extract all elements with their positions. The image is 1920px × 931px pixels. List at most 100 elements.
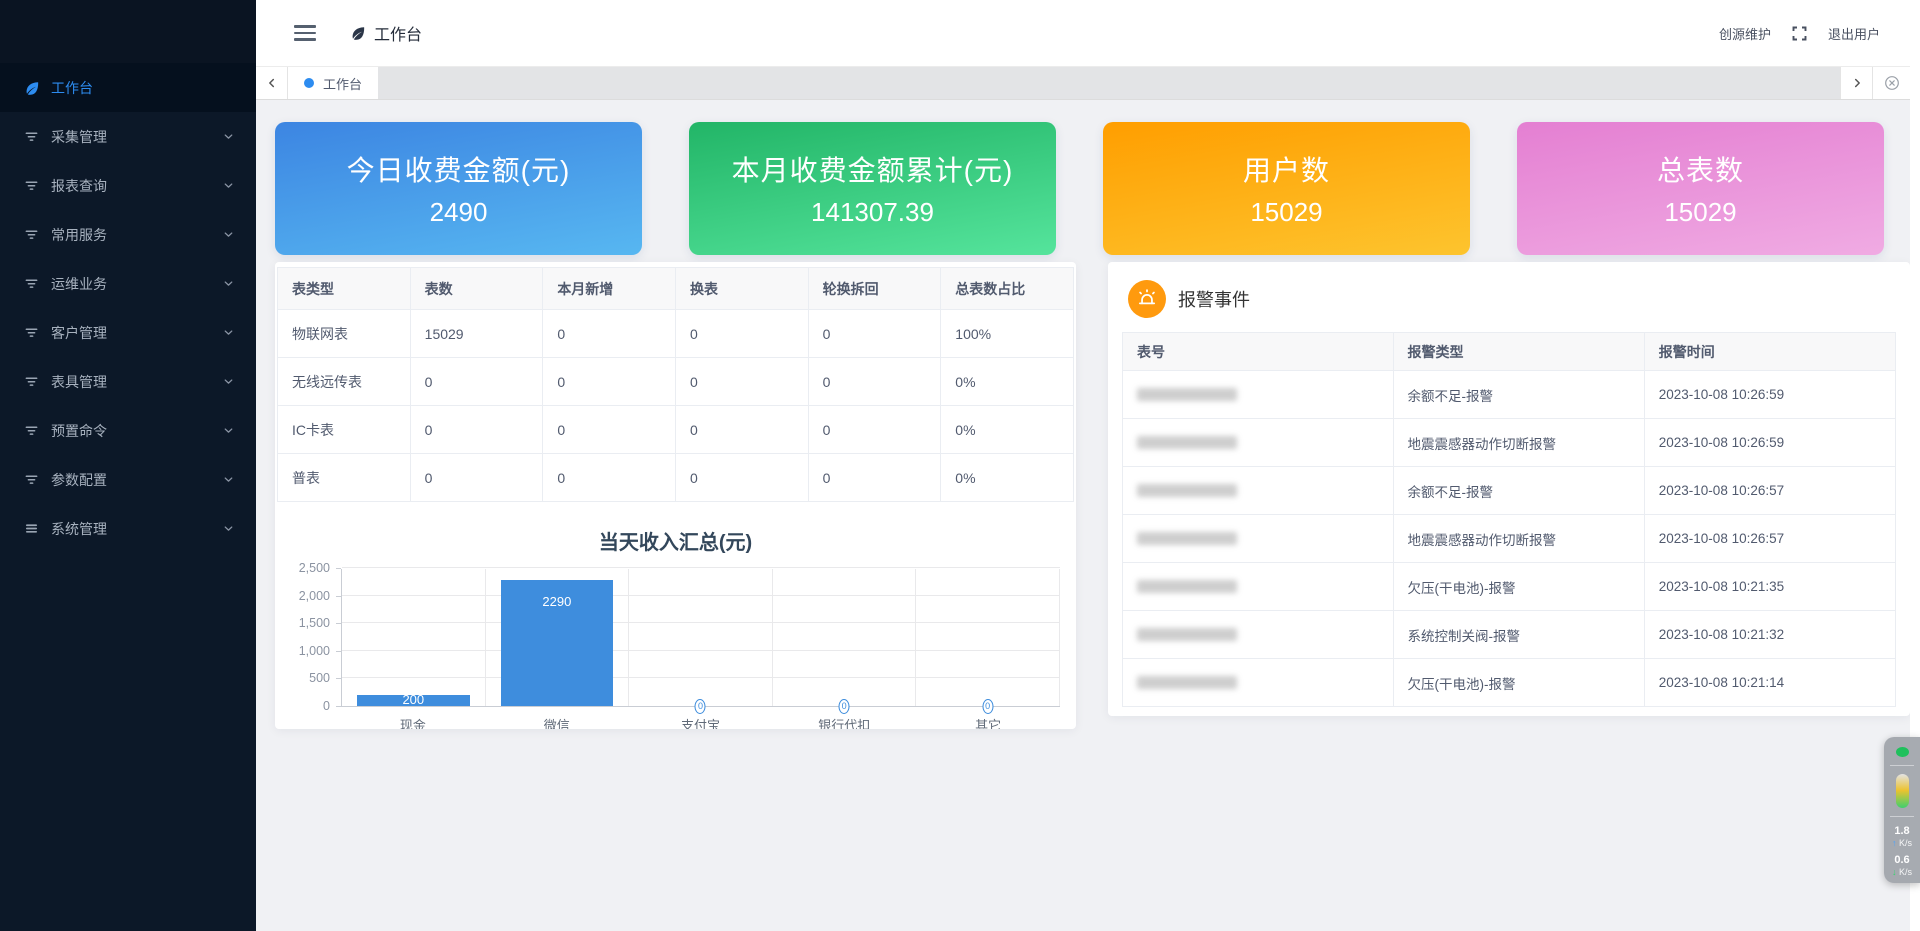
tabs-scroll-left-icon[interactable] [256, 67, 288, 99]
meter-number-redacted [1137, 676, 1237, 689]
x-axis-category-label: 微信 [485, 715, 629, 729]
sidebar-item-7[interactable]: 预置命令 [0, 406, 256, 455]
tab-bar: 工作台 [256, 66, 1910, 100]
x-axis-category-label: 其它 [916, 715, 1060, 729]
alarm-type-cell: 欠压(干电池)-报警 [1393, 563, 1644, 611]
bar-value-label: 200 [342, 693, 485, 706]
chevron-down-icon [222, 130, 236, 144]
alarm-table-row: 余额不足-报警2023-10-08 10:26:57 [1123, 467, 1896, 515]
table-cell: 0 [675, 358, 808, 406]
y-axis-tick-label: 1,000 [299, 644, 330, 658]
meter-number-cell [1123, 563, 1394, 611]
sidebar-item-0[interactable]: 工作台 [0, 63, 256, 112]
logout-button[interactable]: 退出用户 [1828, 24, 1880, 43]
tabbar-filler [379, 67, 1840, 99]
sidebar-item-1[interactable]: 采集管理 [0, 112, 256, 161]
chart-category-slot: 200 [342, 569, 486, 706]
table-cell: 0 [675, 310, 808, 358]
table-cell: 0 [543, 358, 676, 406]
stat-card-title: 总表数 [1657, 149, 1744, 189]
sidebar-logo-area [0, 0, 256, 63]
chevron-down-icon [222, 473, 236, 487]
sidebar-item-5[interactable]: 客户管理 [0, 308, 256, 357]
alarm-table-row: 系统控制关阀-报警2023-10-08 10:21:32 [1123, 611, 1896, 659]
tab-workbench[interactable]: 工作台 [288, 67, 378, 99]
alarm-type-cell: 余额不足-报警 [1393, 467, 1644, 515]
sidebar-item-2[interactable]: 报表查询 [0, 161, 256, 210]
alarm-table-body: 余额不足-报警2023-10-08 10:26:59地震震感器动作切断报警202… [1123, 371, 1896, 707]
meter-table-body: 物联网表15029000100%无线远传表00000%IC卡表00000%普表0… [278, 310, 1074, 502]
stat-card-0: 今日收费金额(元) 2490 [275, 122, 642, 255]
filter-icon [24, 374, 40, 390]
chart-category-slot: 2290 [486, 569, 630, 706]
stat-card-3: 总表数15029 [1517, 122, 1884, 255]
table-cell: 0% [941, 358, 1074, 406]
alarm-type-cell: 地震震感器动作切断报警 [1393, 419, 1644, 467]
table-cell: 0 [410, 454, 543, 502]
meter-col-header: 换表 [675, 268, 808, 310]
sidebar-item-label: 运维业务 [51, 274, 107, 294]
sidebar-item-label: 常用服务 [51, 225, 107, 245]
chart-category-slot: 0 [773, 569, 917, 706]
table-cell: 0 [410, 406, 543, 454]
stat-card-value: 141307.39 [811, 197, 934, 228]
main-area: 工作台 创源维护 退出用户 工作台 今日收费金额(元)2490本月收费金额累计(… [256, 0, 1910, 931]
meter-number-cell [1123, 467, 1394, 515]
table-row: IC卡表00000% [278, 406, 1074, 454]
alarm-time-cell: 2023-10-08 10:21:35 [1644, 563, 1895, 611]
sidebar-item-label: 客户管理 [51, 323, 107, 343]
download-arrow-icon: ↓ [1892, 867, 1897, 877]
table-cell: 0 [675, 406, 808, 454]
table-row: 物联网表15029000100% [278, 310, 1074, 358]
meter-number-redacted [1137, 628, 1237, 641]
filter-icon [24, 129, 40, 145]
table-cell: 0 [543, 406, 676, 454]
filter-icon [24, 227, 40, 243]
meter-number-cell [1123, 419, 1394, 467]
x-axis-category-label: 支付宝 [629, 715, 773, 729]
meter-col-header: 轮换拆回 [808, 268, 941, 310]
sidebar-item-3[interactable]: 常用服务 [0, 210, 256, 259]
bar-value-label: 2290 [486, 595, 629, 608]
meter-number-cell [1123, 371, 1394, 419]
alarm-col-header: 报警类型 [1393, 333, 1644, 371]
chevron-down-icon [222, 375, 236, 389]
chevron-down-icon [222, 179, 236, 193]
meter-number-cell [1123, 611, 1394, 659]
stat-card-value: 2490 [430, 197, 488, 228]
stat-card-title: 今日收费金额(元) [347, 149, 571, 189]
network-speed-widget[interactable]: 1.8 ↑ K/s 0.6 ↓ K/s [1884, 737, 1920, 883]
alarm-time-cell: 2023-10-08 10:21:14 [1644, 659, 1895, 707]
menu-lines-icon [24, 521, 40, 537]
meter-number-cell [1123, 515, 1394, 563]
sidebar-item-4[interactable]: 运维业务 [0, 259, 256, 308]
sidebar-item-6[interactable]: 表具管理 [0, 357, 256, 406]
sidebar-item-label: 表具管理 [51, 372, 107, 392]
sidebar-item-8[interactable]: 参数配置 [0, 455, 256, 504]
close-tabs-icon[interactable] [1872, 67, 1910, 99]
status-dot-icon [1896, 747, 1909, 757]
alarm-events-table: 表号报警类型报警时间 余额不足-报警2023-10-08 10:26:59地震震… [1122, 332, 1896, 707]
fullscreen-icon[interactable] [1791, 25, 1808, 42]
maintainer-link[interactable]: 创源维护 [1719, 24, 1771, 43]
tabs-scroll-right-icon[interactable] [1840, 67, 1872, 99]
hamburger-menu-icon[interactable] [294, 25, 316, 41]
table-cell: 0 [410, 358, 543, 406]
table-cell: 0 [808, 406, 941, 454]
filter-icon [24, 423, 40, 439]
sidebar: 工作台采集管理报表查询常用服务运维业务客户管理表具管理预置命令参数配置系统管理 [0, 0, 256, 931]
alarm-type-cell: 地震震感器动作切断报警 [1393, 515, 1644, 563]
alarm-bell-icon [1128, 280, 1166, 318]
page-title-text: 工作台 [374, 21, 422, 45]
meter-table-header-row: 表类型表数本月新增换表轮换拆回总表数占比 [278, 268, 1074, 310]
alarm-col-header: 表号 [1123, 333, 1394, 371]
sidebar-item-label: 预置命令 [51, 421, 107, 441]
alarm-panel-title: 报警事件 [1178, 286, 1250, 312]
zero-value-marker: 0 [982, 699, 993, 714]
sidebar-item-label: 参数配置 [51, 470, 107, 490]
y-axis-tick-label: 2,500 [299, 561, 330, 575]
filter-icon [24, 325, 40, 341]
sidebar-item-9[interactable]: 系统管理 [0, 504, 256, 553]
chevron-down-icon [222, 522, 236, 536]
alarm-events-panel: 报警事件 表号报警类型报警时间 余额不足-报警2023-10-08 10:26:… [1108, 262, 1910, 716]
